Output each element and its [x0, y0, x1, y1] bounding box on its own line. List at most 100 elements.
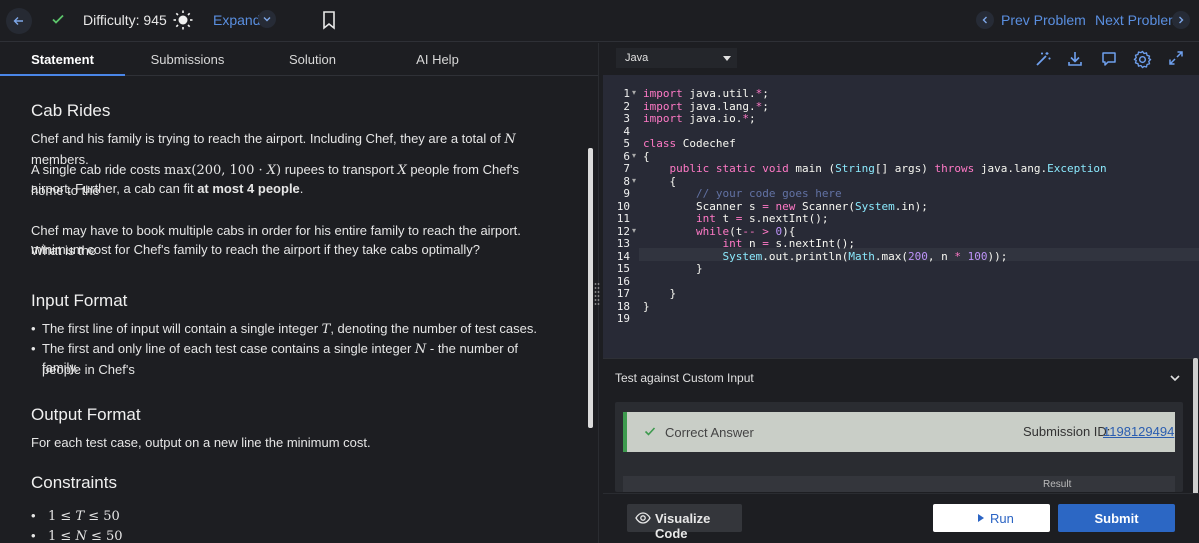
tab-ai-help[interactable]: AI Help [375, 52, 500, 67]
visualize-code-button[interactable]: Visualize Code [627, 504, 742, 541]
line-number: 11 [616, 212, 630, 225]
submission-id-label: Submission ID: [1023, 424, 1111, 439]
editor-panel: Java 1 ▾ 2 3 4 5 6 ▾ 7 8 ▾ 9 10 11 12 ▾ 13 14 15 16 17 18 19 i… [603, 43, 1199, 543]
line-number: 10 [616, 199, 630, 213]
list-item: The first line of input will contain a s… [31, 319, 551, 340]
line-number: 6 [623, 149, 630, 163]
chevron-right-icon[interactable] [1172, 11, 1190, 29]
fullscreen-icon[interactable] [1168, 50, 1184, 66]
code-line: { [643, 174, 677, 188]
verdict-text: Correct Answer [665, 425, 754, 440]
problem-panel: Statement Submissions Solution AI Help C… [0, 43, 598, 543]
math-expr: max(200, 100 · [163, 163, 267, 178]
text: rupees to transport [281, 162, 398, 177]
math-expr: ≤ 50 [86, 529, 123, 543]
line-number: 7 [623, 162, 630, 175]
math-var: X [266, 163, 277, 178]
line-number: 4 [623, 124, 630, 138]
line-number: 13 [616, 237, 630, 250]
tab-submissions[interactable]: Submissions [125, 52, 250, 67]
fold-arrow-icon[interactable]: ▾ [632, 176, 636, 185]
action-bar: Visualize Code Run Submit [603, 493, 1199, 543]
expand-button[interactable]: Expand [213, 12, 260, 28]
next-problem-button[interactable]: Next Problem [1095, 12, 1180, 28]
submission-id-link[interactable]: 1198129494 [1103, 424, 1174, 439]
code-line: int n = s.nextInt(); [722, 237, 855, 250]
line-number: 19 [616, 312, 630, 325]
line-number: 2 [623, 99, 630, 113]
verdict-banner: Correct Answer Submission ID: 1198129494 [623, 412, 1175, 452]
chevron-down-icon[interactable] [258, 10, 276, 28]
input-format-heading: Input Format [31, 291, 128, 310]
chevron-down-icon[interactable] [1169, 372, 1181, 384]
line-number: 8 [623, 174, 630, 188]
check-icon [644, 425, 656, 437]
math-var: X [397, 163, 407, 178]
tab-statement[interactable]: Statement [0, 52, 125, 67]
problem-title: Cab Rides [31, 101, 111, 120]
bookmark-icon[interactable] [321, 10, 337, 30]
problem-tabs: Statement Submissions Solution AI Help [0, 43, 598, 76]
output-format-heading: Output Format [31, 405, 141, 424]
code-line: int t = s.nextInt(); [695, 212, 829, 225]
fold-arrow-icon[interactable]: ▾ [632, 151, 636, 160]
prev-problem-button[interactable]: Prev Problem [1001, 12, 1086, 28]
result-column-label: Result [1043, 479, 1072, 490]
fold-arrow-icon[interactable]: ▾ [632, 88, 636, 97]
text: A single cab ride costs [31, 162, 164, 177]
code-line: import java.lang.*; [643, 99, 769, 113]
text: . [299, 181, 304, 196]
code-line: } [643, 287, 677, 300]
code-line: import java.io.*; [643, 112, 756, 125]
math-expr: 1 ≤ [48, 529, 76, 543]
magic-wand-icon[interactable] [1034, 50, 1052, 68]
code-line: public static void main (String[] args) … [669, 162, 1107, 175]
code-line: Scanner s = new Scanner(System.in); [643, 199, 928, 213]
code-line: } [643, 299, 650, 313]
editor-toolbar: Java [603, 43, 1199, 74]
line-number-gutter: 1 ▾ 2 3 4 5 6 ▾ 7 8 ▾ 9 10 11 12 ▾ 13 14 15 16 17 18 19 [603, 75, 639, 358]
statement-scrollbar[interactable] [588, 148, 593, 428]
list-item-continuation: family. [42, 360, 79, 375]
constraint-item: 1 ≤ T ≤ 50 [31, 506, 551, 527]
constraints-heading: Constraints [31, 473, 117, 492]
fold-arrow-icon[interactable]: ▾ [632, 226, 636, 235]
custom-input-label: Test against Custom Input [615, 371, 754, 385]
bold-text: at most 4 people [197, 181, 300, 196]
settings-gear-icon[interactable] [1133, 50, 1152, 69]
text: airport. Further, a cab can fit [31, 181, 198, 196]
language-select[interactable]: Java [616, 48, 737, 68]
math-expr: 1 ≤ [48, 509, 76, 524]
code-line: // your code goes here [695, 187, 842, 200]
statement-paragraph-3b: minimum cost for Chef's family to reach … [31, 242, 480, 257]
text: The first line of input will contain a s… [42, 321, 322, 336]
play-icon [978, 514, 984, 522]
download-icon[interactable] [1066, 50, 1084, 68]
line-number: 1 [623, 87, 630, 100]
text: Chef and his family is trying to reach t… [31, 131, 505, 146]
run-label: Run [990, 511, 1014, 526]
math-var: N [504, 132, 516, 147]
line-number: 15 [616, 262, 630, 275]
line-number: 5 [623, 137, 630, 150]
result-area: Correct Answer Submission ID: 1198129494… [615, 402, 1183, 492]
eye-icon [635, 511, 651, 525]
caret-down-icon [723, 56, 731, 61]
comment-icon[interactable] [1100, 50, 1118, 68]
run-button[interactable]: Run [933, 504, 1050, 532]
line-number: 9 [623, 187, 630, 200]
code-line: while(t-- > 0){ [695, 224, 796, 238]
chevron-left-icon[interactable] [976, 11, 994, 29]
text: , denoting the number of test cases. [330, 321, 538, 336]
custom-input-toggle[interactable]: Test against Custom Input [603, 358, 1199, 398]
tab-solution[interactable]: Solution [250, 52, 375, 67]
code-editor[interactable]: 1 ▾ 2 3 4 5 6 ▾ 7 8 ▾ 9 10 11 12 ▾ 13 14 15 16 17 18 19 import… [603, 75, 1199, 358]
back-arrow-icon[interactable] [6, 8, 32, 34]
sun-icon[interactable] [173, 10, 193, 30]
code-line: System.out.println(Math.max(200, n * 100… [722, 249, 1008, 263]
submit-button[interactable]: Submit [1058, 504, 1175, 532]
solved-check-icon [51, 12, 65, 26]
line-number: 16 [616, 274, 630, 288]
visualize-label: Visualize Code [655, 511, 711, 541]
drag-handle-icon[interactable] [594, 282, 600, 306]
